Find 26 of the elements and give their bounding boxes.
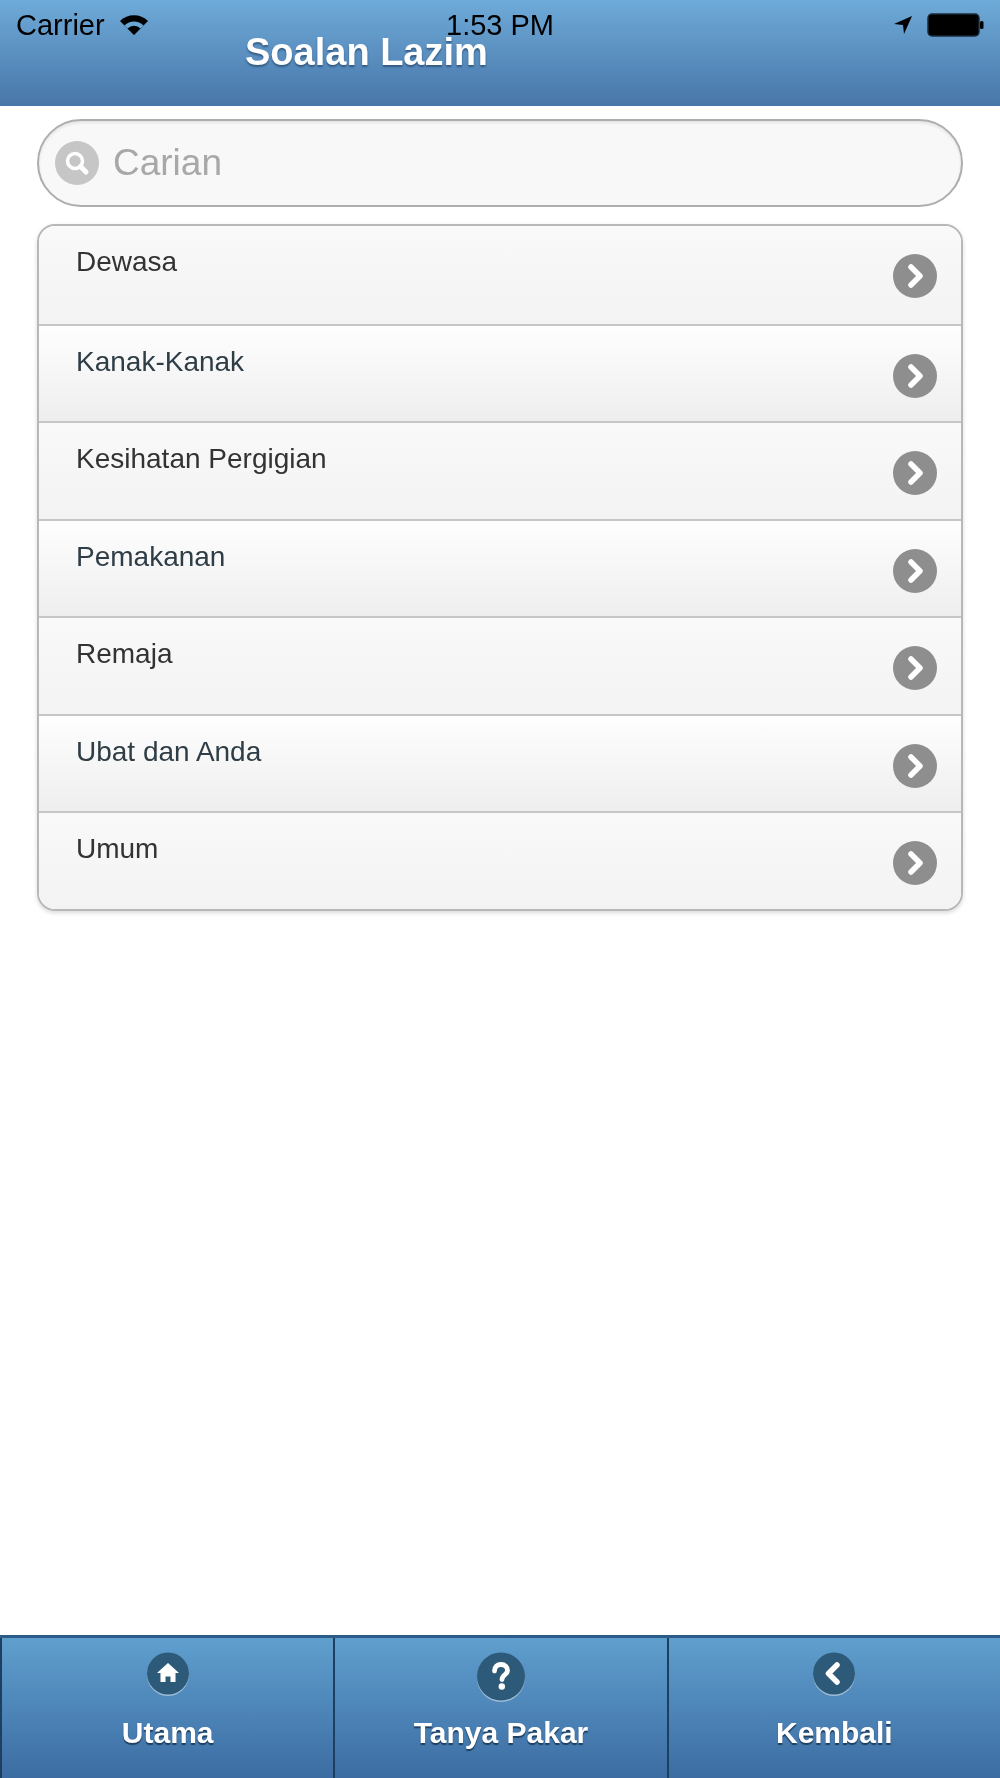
category-item[interactable]: Dewasa [39,226,961,324]
home-icon [145,1652,190,1696]
nav-button[interactable]: Utama [0,1638,334,1778]
location-arrow-icon [893,15,913,35]
chevron-right-icon [893,646,937,690]
battery-icon [927,13,984,37]
search-field[interactable]: Carian [37,119,963,207]
category-item[interactable]: Pemakanan [39,518,961,616]
category-item[interactable]: Kanak-Kanak [39,323,961,421]
category-item[interactable]: Kesihatan Pergigian [39,421,961,519]
chevron-left-icon [812,1652,857,1696]
chevron-right-icon [893,353,937,398]
chevron-right-icon [893,451,937,495]
nav-button[interactable]: Tanya Pakar [333,1638,667,1778]
category-item[interactable]: Remaja [39,616,961,714]
chevron-right-icon [893,254,937,298]
search-icon [55,141,99,185]
chevron-right-icon [893,841,937,885]
category-item[interactable]: Umum [39,811,961,909]
category-item[interactable]: Ubat dan Anda [39,713,961,811]
chevron-right-icon [893,743,937,788]
question-mark-icon [476,1652,526,1702]
carrier-label: Carrier [16,9,105,41]
nav-button[interactable]: Kembali [666,1638,1000,1778]
chevron-right-icon [893,548,937,593]
wifi-icon [118,14,149,36]
